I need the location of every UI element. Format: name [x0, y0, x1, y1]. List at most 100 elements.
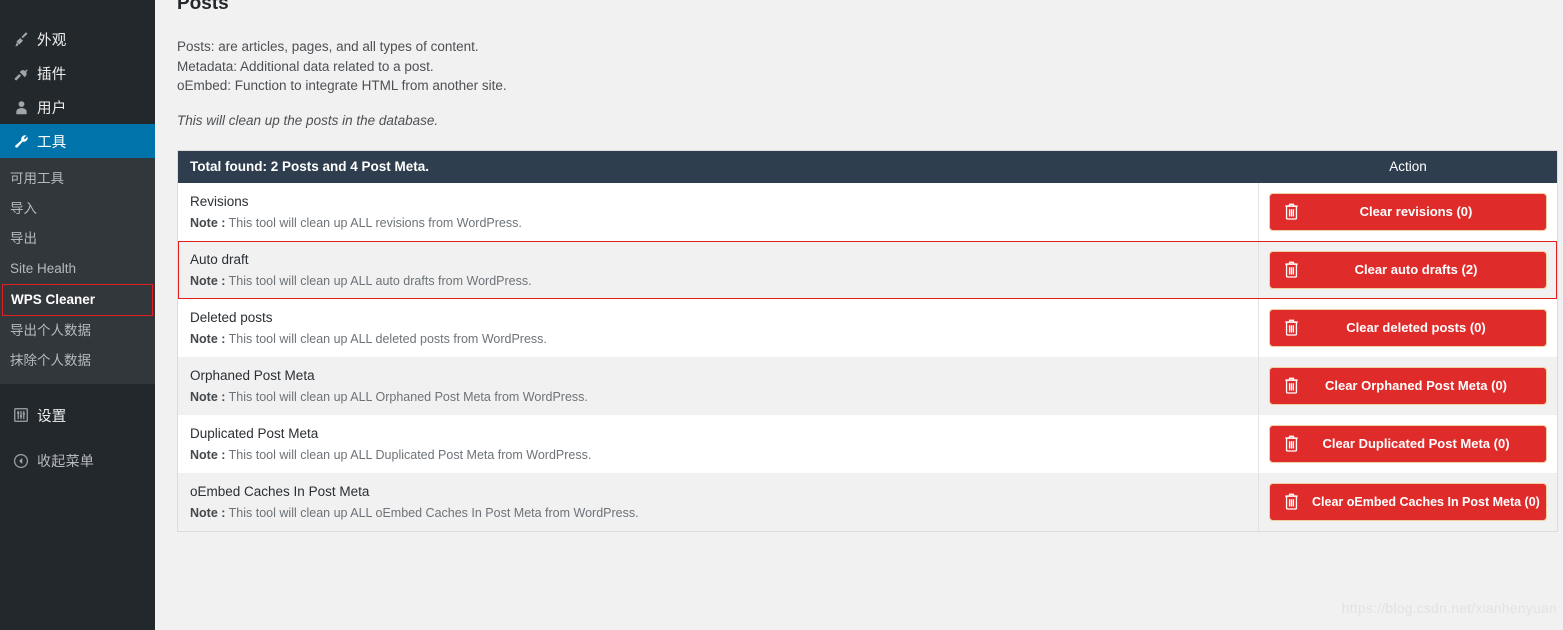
sidebar-item-available-tools[interactable]: 可用工具: [0, 164, 155, 194]
note-text: This tool will clean up ALL Duplicated P…: [228, 447, 592, 462]
sidebar-item-plugins[interactable]: 插件: [0, 56, 155, 90]
note-prefix: Note :: [190, 215, 226, 230]
row-description: Duplicated Post Meta Note : This tool wi…: [178, 414, 1259, 473]
note-text: This tool will clean up ALL oEmbed Cache…: [228, 505, 639, 520]
description-line: Metadata: Additional data related to a p…: [177, 58, 434, 74]
cleaner-table: Total found: 2 Posts and 4 Post Meta. Ac…: [177, 149, 1558, 532]
button-label: Clear revisions (0): [1359, 204, 1473, 219]
button-label: Clear Duplicated Post Meta (0): [1322, 436, 1510, 451]
sidebar-item-export-personal-data[interactable]: 导出个人数据: [0, 316, 155, 346]
row-note: Note : This tool will clean up ALL Dupli…: [190, 447, 1246, 464]
table-row: Revisions Note : This tool will clean up…: [178, 182, 1557, 241]
sidebar-item-label: 设置: [37, 408, 67, 425]
table-row: Duplicated Post Meta Note : This tool wi…: [178, 414, 1557, 473]
button-label: Clear oEmbed Caches In Post Meta (0): [1312, 494, 1540, 509]
sidebar-item-settings[interactable]: 设置: [0, 398, 155, 432]
sidebar-item-label: 用户: [37, 100, 67, 117]
description-line: oEmbed: Function to integrate HTML from …: [177, 78, 507, 93]
row-description: Auto draft Note : This tool will clean u…: [178, 240, 1259, 299]
sidebar-item-site-health[interactable]: Site Health: [0, 254, 155, 284]
clear-orphaned-post-meta-button[interactable]: Clear Orphaned Post Meta (0): [1269, 366, 1547, 405]
sidebar-item-label: 工具: [37, 134, 67, 151]
row-action-cell: Clear auto drafts (2): [1259, 241, 1557, 299]
row-title: Orphaned Post Meta: [190, 367, 315, 383]
trash-icon: [1270, 259, 1312, 280]
tools-submenu: 可用工具 导入 导出 Site Health WPS Cleaner 导出个人数…: [0, 158, 155, 384]
table-header: Total found: 2 Posts and 4 Post Meta. Ac…: [178, 150, 1557, 183]
watermark: https://blog.csdn.net/xianhenyuan: [1341, 600, 1557, 616]
note-text: This tool will clean up ALL revisions fr…: [228, 215, 522, 230]
user-icon: [8, 99, 34, 116]
total-found-label: Total found: 2 Posts and 4 Post Meta.: [190, 159, 430, 174]
page-description: Posts: are articles, pages, and all type…: [177, 37, 1557, 96]
note-prefix: Note :: [190, 447, 226, 462]
table-row: Orphaned Post Meta Note : This tool will…: [178, 356, 1557, 415]
paintbrush-icon: [8, 31, 34, 48]
row-title: Revisions: [190, 193, 249, 209]
row-note: Note : This tool will clean up ALL oEmbe…: [190, 505, 1246, 522]
sidebar-item-appearance[interactable]: 外观: [0, 22, 155, 56]
sidebar-collapse-menu[interactable]: 收起菜单: [0, 444, 155, 478]
collapse-menu-label: 收起菜单: [37, 453, 95, 469]
trash-icon: [1270, 433, 1312, 454]
row-title: Deleted posts: [190, 309, 273, 325]
table-row: Deleted posts Note : This tool will clea…: [178, 298, 1557, 357]
sidebar-item-export[interactable]: 导出: [0, 224, 155, 254]
row-description: Revisions Note : This tool will clean up…: [178, 182, 1259, 241]
sidebar-item-label: 外观: [37, 32, 67, 49]
clear-auto-drafts-button[interactable]: Clear auto drafts (2): [1269, 250, 1547, 289]
sidebar-item-erase-personal-data[interactable]: 抹除个人数据: [0, 346, 155, 376]
plug-icon: [8, 65, 34, 82]
clear-duplicated-post-meta-button[interactable]: Clear Duplicated Post Meta (0): [1269, 424, 1547, 463]
row-action-cell: Clear oEmbed Caches In Post Meta (0): [1259, 473, 1557, 531]
note-text: This tool will clean up ALL Orphaned Pos…: [228, 389, 588, 404]
row-action-cell: Clear deleted posts (0): [1259, 299, 1557, 357]
sidebar-item-tools[interactable]: 工具: [0, 124, 155, 158]
row-note: Note : This tool will clean up ALL Orpha…: [190, 389, 1246, 406]
row-title: oEmbed Caches In Post Meta: [190, 483, 370, 499]
note-prefix: Note :: [190, 331, 226, 346]
page-title: Posts: [177, 0, 229, 14]
sliders-icon: [8, 407, 34, 423]
sidebar-item-users[interactable]: 用户: [0, 90, 155, 124]
note-text: This tool will clean up ALL deleted post…: [228, 331, 547, 346]
table-row: oEmbed Caches In Post Meta Note : This t…: [178, 472, 1557, 531]
trash-icon: [1270, 375, 1312, 396]
collapse-left-icon: [8, 453, 34, 469]
wordpress-admin-screen: 外观 插件 用户 工具 可用工具 导入 导出 Site Health WPS C…: [0, 0, 1563, 630]
clear-deleted-posts-button[interactable]: Clear deleted posts (0): [1269, 308, 1547, 347]
trash-icon: [1270, 201, 1312, 222]
sidebar-item-import[interactable]: 导入: [0, 194, 155, 224]
action-column-header: Action: [1389, 159, 1427, 174]
description-line: Posts: are articles, pages, and all type…: [177, 39, 479, 54]
sidebar-item-label: 插件: [37, 66, 67, 83]
row-description: oEmbed Caches In Post Meta Note : This t…: [178, 472, 1259, 531]
row-action-cell: Clear Orphaned Post Meta (0): [1259, 357, 1557, 415]
table-row: Auto draft Note : This tool will clean u…: [178, 240, 1557, 299]
main-content: Posts Posts: are articles, pages, and al…: [155, 0, 1563, 630]
note-prefix: Note :: [190, 389, 226, 404]
sidebar-item-wps-cleaner[interactable]: WPS Cleaner: [2, 284, 153, 316]
row-title: Duplicated Post Meta: [190, 425, 319, 441]
button-label: Clear Orphaned Post Meta (0): [1324, 378, 1508, 393]
clear-revisions-button[interactable]: Clear revisions (0): [1269, 192, 1547, 231]
row-note: Note : This tool will clean up ALL revis…: [190, 215, 1246, 232]
trash-icon: [1270, 317, 1312, 338]
row-note: Note : This tool will clean up ALL auto …: [190, 273, 1246, 290]
row-note: Note : This tool will clean up ALL delet…: [190, 331, 1246, 348]
button-label: Clear deleted posts (0): [1346, 320, 1486, 335]
clear-oembed-caches-button[interactable]: Clear oEmbed Caches In Post Meta (0): [1269, 482, 1547, 521]
note-text: This tool will clean up ALL auto drafts …: [228, 273, 532, 288]
note-prefix: Note :: [190, 505, 226, 520]
row-description: Deleted posts Note : This tool will clea…: [178, 298, 1259, 357]
page-subnote: This will clean up the posts in the data…: [177, 112, 439, 128]
sidebar-bottom-menu: 设置 收起菜单: [0, 398, 155, 478]
admin-sidebar: 外观 插件 用户 工具 可用工具 导入 导出 Site Health WPS C…: [0, 0, 155, 630]
row-action-cell: Clear revisions (0): [1259, 183, 1557, 241]
button-label: Clear auto drafts (2): [1354, 262, 1478, 277]
wrench-icon: [8, 133, 34, 150]
sidebar-top-menu: 外观 插件 用户 工具: [0, 0, 155, 158]
trash-icon: [1270, 491, 1312, 512]
row-title: Auto draft: [190, 251, 249, 267]
row-description: Orphaned Post Meta Note : This tool will…: [178, 356, 1259, 415]
